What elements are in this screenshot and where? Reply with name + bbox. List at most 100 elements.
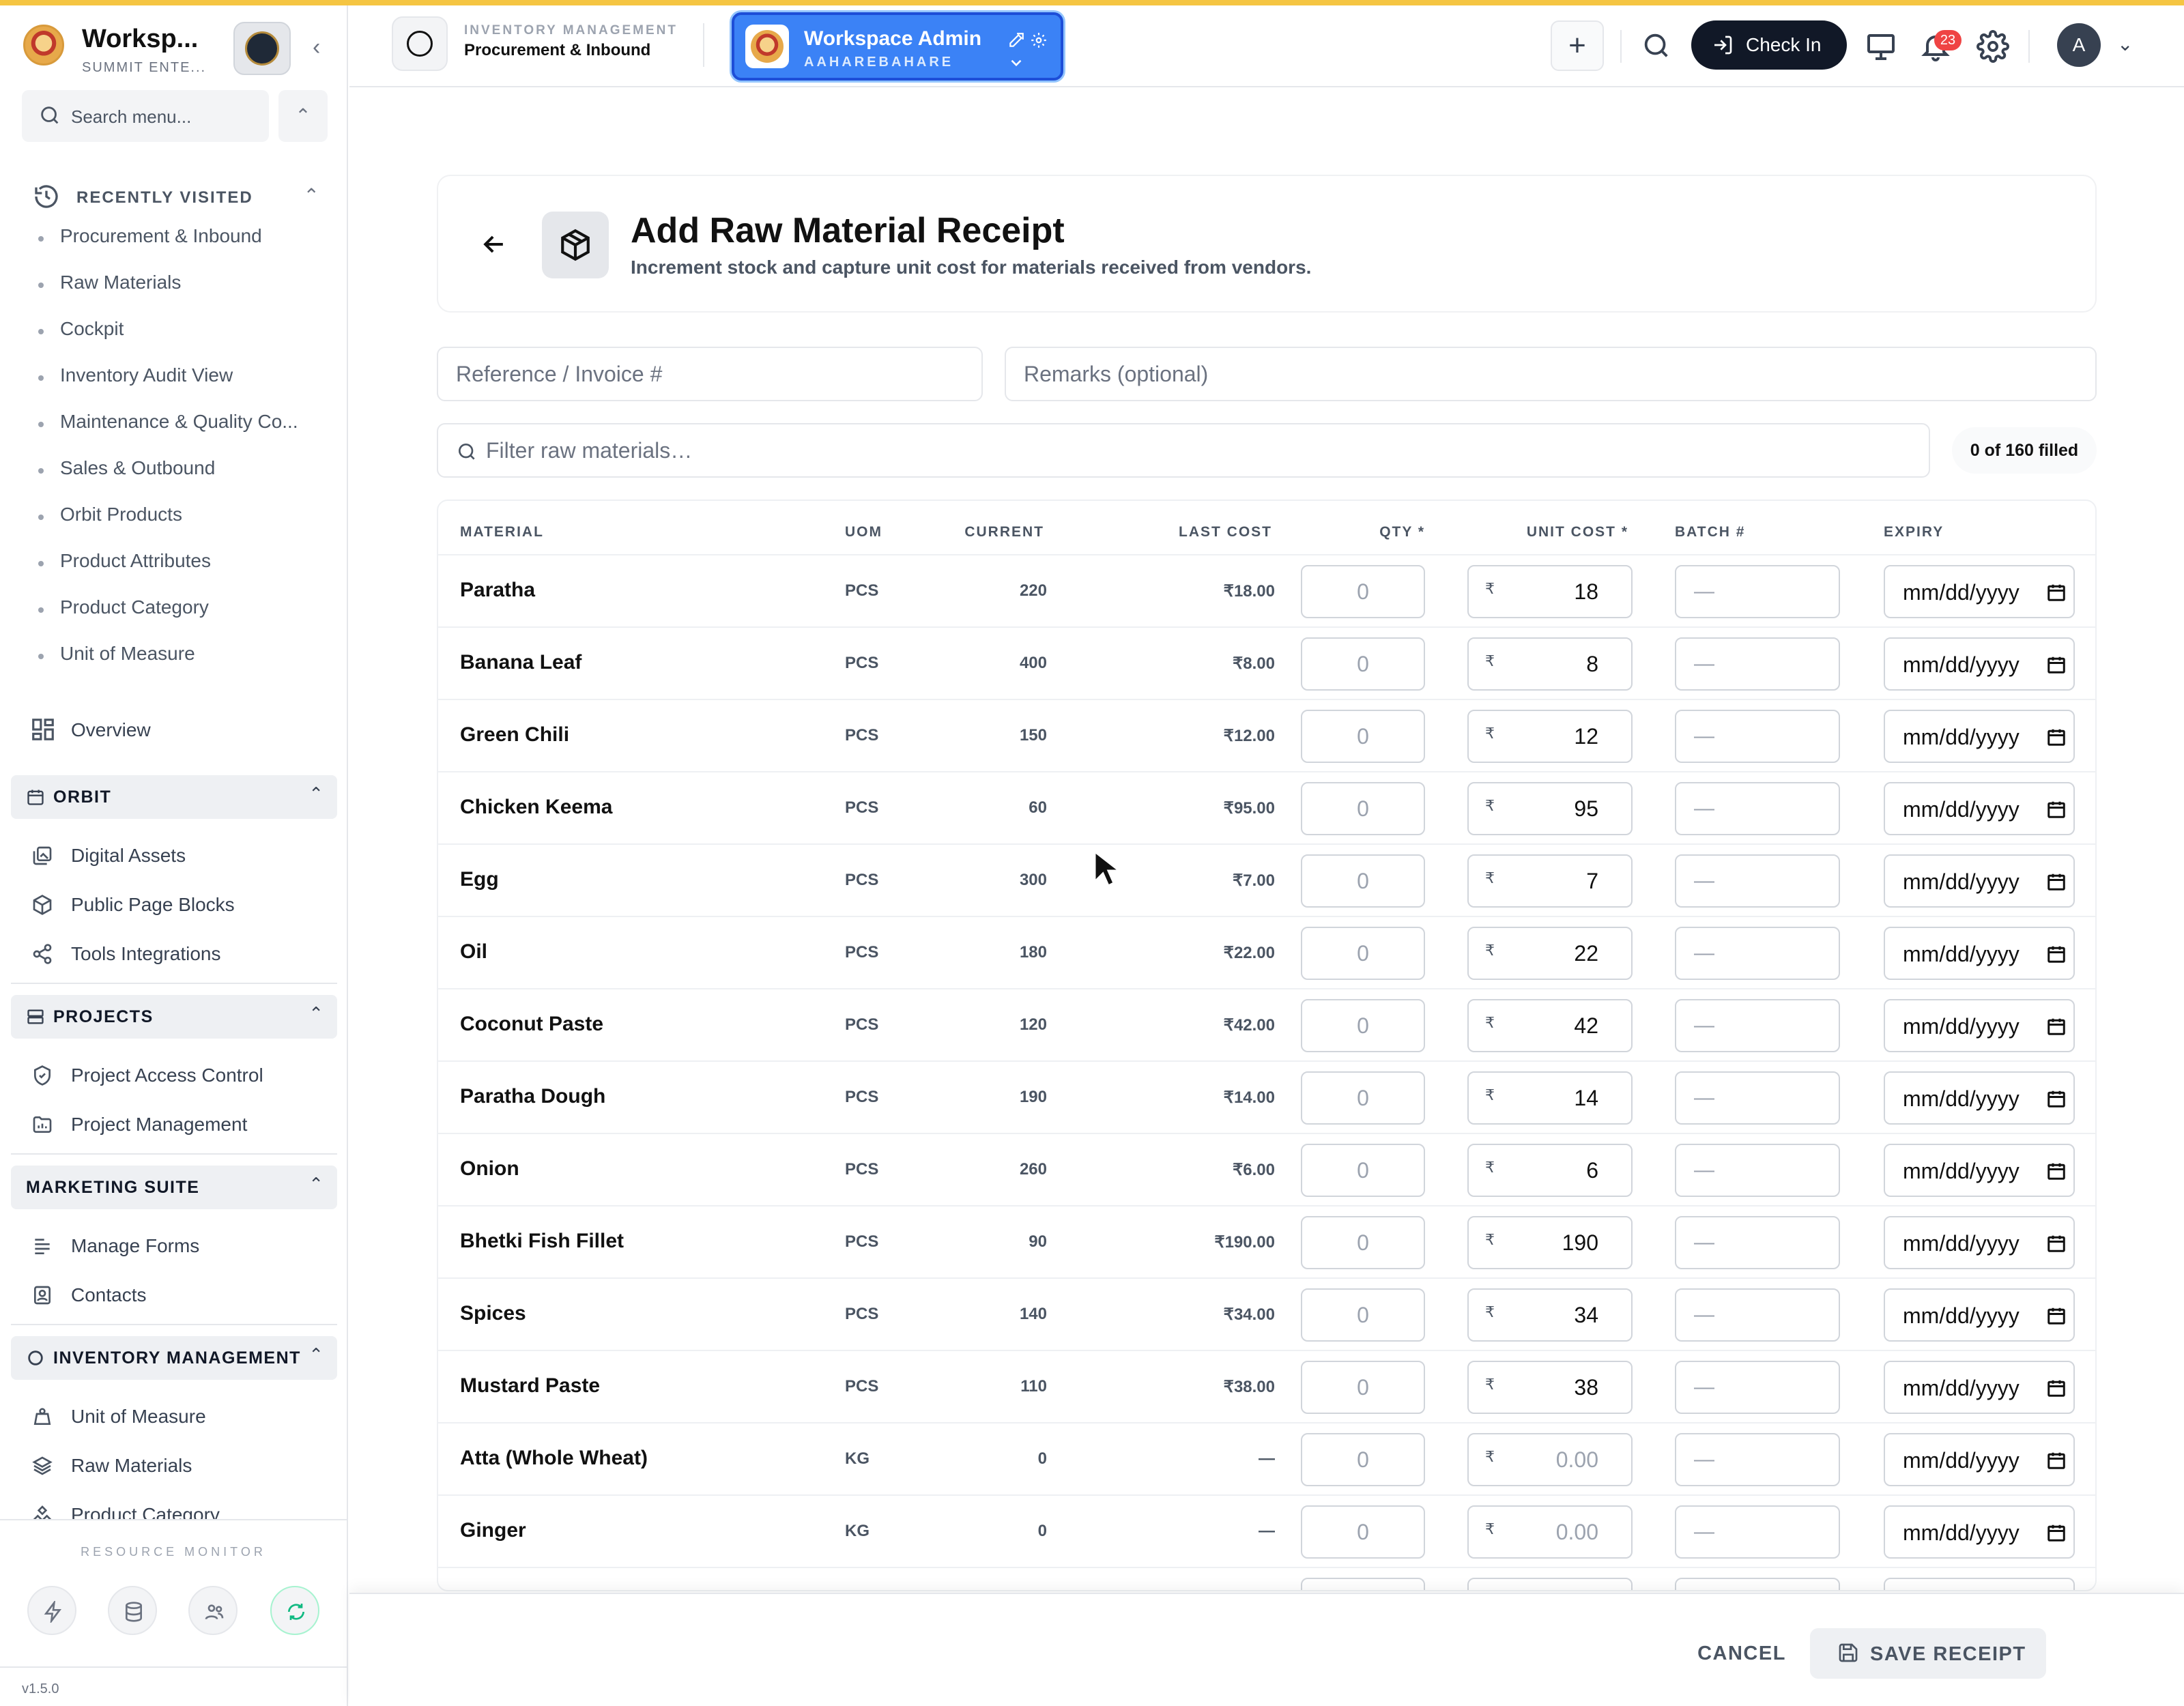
filter-materials-input[interactable] xyxy=(486,430,1906,471)
organization-badge[interactable] xyxy=(233,22,291,75)
remarks-input[interactable] xyxy=(1005,347,2097,401)
recent-item[interactable]: Unit of Measure xyxy=(34,640,321,686)
module-icon[interactable] xyxy=(392,16,448,71)
collapse-sidebar-icon[interactable]: ‹ xyxy=(313,34,320,61)
filter-materials-field[interactable] xyxy=(437,423,1930,478)
section-orbit[interactable]: ORBIT ⌃ xyxy=(11,775,337,819)
back-arrow-icon[interactable] xyxy=(479,229,509,259)
sidebar-item-contacts[interactable]: Contacts xyxy=(30,1279,330,1314)
monitor-icon[interactable] xyxy=(1865,30,1897,63)
batch-input[interactable] xyxy=(1675,1216,1840,1269)
expiry-date-input[interactable]: mm/dd/yyyy xyxy=(1884,1578,2075,1590)
recent-item[interactable]: Orbit Products xyxy=(34,501,321,547)
section-projects[interactable]: PROJECTS ⌃ xyxy=(11,995,337,1039)
expiry-date-input[interactable]: mm/dd/yyyy xyxy=(1884,854,2075,908)
settings-gear-icon[interactable] xyxy=(1977,30,2009,63)
unit-cost-input[interactable] xyxy=(1517,1295,1598,1335)
expiry-date-input[interactable]: mm/dd/yyyy xyxy=(1884,927,2075,980)
chevron-down-icon[interactable] xyxy=(1007,54,1025,72)
search-menu-field[interactable]: Search menu... xyxy=(22,90,269,142)
unit-cost-field[interactable]: ₹ xyxy=(1467,927,1633,980)
batch-input[interactable] xyxy=(1675,854,1840,908)
brand-block[interactable]: Worksp... SUMMIT ENTE... ‹ xyxy=(20,20,328,78)
batch-input[interactable] xyxy=(1675,565,1840,618)
unit-cost-input[interactable] xyxy=(1517,1368,1598,1407)
recent-item[interactable]: Inventory Audit View xyxy=(34,362,321,408)
expiry-date-input[interactable]: mm/dd/yyyy xyxy=(1884,1144,2075,1197)
unit-cost-field[interactable]: ₹ xyxy=(1467,565,1633,618)
unit-cost-input[interactable] xyxy=(1517,1078,1598,1118)
unit-cost-field[interactable]: ₹ xyxy=(1467,1288,1633,1342)
expiry-date-input[interactable]: mm/dd/yyyy xyxy=(1884,565,2075,618)
expiry-date-input[interactable]: mm/dd/yyyy xyxy=(1884,782,2075,835)
qty-input[interactable] xyxy=(1301,1433,1425,1486)
recent-item[interactable]: Product Category xyxy=(34,594,321,640)
batch-input[interactable] xyxy=(1675,1071,1840,1125)
unit-cost-field[interactable]: ₹ xyxy=(1467,1578,1633,1590)
expiry-date-input[interactable]: mm/dd/yyyy xyxy=(1884,1071,2075,1125)
batch-input[interactable] xyxy=(1675,1361,1840,1414)
qty-input[interactable] xyxy=(1301,1144,1425,1197)
qty-input[interactable] xyxy=(1301,710,1425,763)
expiry-date-input[interactable]: mm/dd/yyyy xyxy=(1884,1433,2075,1486)
unit-cost-input[interactable] xyxy=(1517,934,1598,973)
search-icon[interactable] xyxy=(1641,30,1672,61)
expiry-date-input[interactable]: mm/dd/yyyy xyxy=(1884,1288,2075,1342)
recent-item[interactable]: Raw Materials xyxy=(34,269,321,315)
sidebar-item-project-management[interactable]: Project Management xyxy=(30,1108,330,1144)
reference-invoice-input[interactable] xyxy=(437,347,983,401)
recently-visited-header[interactable]: RECENTLY VISITED ⌃ xyxy=(33,180,319,214)
unit-cost-input[interactable] xyxy=(1517,1151,1598,1190)
sidebar-item-public-page-blocks[interactable]: Public Page Blocks xyxy=(30,888,330,924)
qty-input[interactable] xyxy=(1301,1505,1425,1559)
add-new-button[interactable]: + xyxy=(1551,20,1604,71)
unit-cost-field[interactable]: ₹ xyxy=(1467,1216,1633,1269)
unit-cost-input[interactable] xyxy=(1517,1006,1598,1045)
qty-input[interactable] xyxy=(1301,854,1425,908)
unit-cost-input[interactable] xyxy=(1517,1223,1598,1262)
qty-input[interactable] xyxy=(1301,782,1425,835)
qty-input[interactable] xyxy=(1301,927,1425,980)
user-avatar[interactable]: A xyxy=(2057,23,2101,67)
qty-input[interactable] xyxy=(1301,1288,1425,1342)
unit-cost-input[interactable] xyxy=(1517,1512,1598,1552)
qty-input[interactable] xyxy=(1301,1071,1425,1125)
qty-input[interactable] xyxy=(1301,1361,1425,1414)
unit-cost-field[interactable]: ₹ xyxy=(1467,1433,1633,1486)
sidebar-item-project-access-control[interactable]: Project Access Control xyxy=(30,1059,330,1095)
workspace-switcher-button[interactable]: Workspace Admin AAHAREBAHARE xyxy=(732,12,1063,81)
sidebar-item-digital-assets[interactable]: Digital Assets xyxy=(30,839,330,875)
sidebar-item-overview[interactable]: Overview xyxy=(27,712,328,751)
batch-input[interactable] xyxy=(1675,1433,1840,1486)
expiry-date-input[interactable]: mm/dd/yyyy xyxy=(1884,710,2075,763)
expiry-date-input[interactable]: mm/dd/yyyy xyxy=(1884,1505,2075,1559)
check-in-button[interactable]: Check In xyxy=(1691,20,1847,70)
resource-monitor-sync[interactable] xyxy=(270,1586,319,1635)
sidebar-item-tools-integrations[interactable]: Tools Integrations xyxy=(30,938,330,973)
unit-cost-input[interactable] xyxy=(1517,1440,1598,1479)
recent-item[interactable]: Sales & Outbound xyxy=(34,454,321,501)
unit-cost-field[interactable]: ₹ xyxy=(1467,854,1633,908)
sidebar-item-raw-materials[interactable]: Raw Materials xyxy=(30,1449,330,1485)
expiry-date-input[interactable]: mm/dd/yyyy xyxy=(1884,1361,2075,1414)
unit-cost-input[interactable] xyxy=(1517,644,1598,684)
recent-item[interactable]: Maintenance & Quality Co... xyxy=(34,408,321,454)
qty-input[interactable] xyxy=(1301,999,1425,1052)
sidebar-item-product-category[interactable]: Product Category xyxy=(30,1499,330,1519)
chevron-down-icon[interactable]: ⌄ xyxy=(2117,33,2133,55)
sidebar-item-manage-forms[interactable]: Manage Forms xyxy=(30,1230,330,1265)
unit-cost-input[interactable] xyxy=(1517,1585,1598,1590)
unit-cost-field[interactable]: ₹ xyxy=(1467,782,1633,835)
recent-item[interactable]: Cockpit xyxy=(34,315,321,362)
search-toggle-chevron-icon[interactable]: ⌃ xyxy=(278,90,328,142)
qty-input[interactable] xyxy=(1301,1216,1425,1269)
unit-cost-input[interactable] xyxy=(1517,572,1598,611)
cancel-button[interactable]: CANCEL xyxy=(1687,1630,1796,1677)
unit-cost-field[interactable]: ₹ xyxy=(1467,1144,1633,1197)
qty-input[interactable] xyxy=(1301,1578,1425,1590)
unit-cost-input[interactable] xyxy=(1517,717,1598,756)
edit-icon[interactable] xyxy=(1007,31,1025,49)
batch-input[interactable] xyxy=(1675,710,1840,763)
qty-input[interactable] xyxy=(1301,565,1425,618)
batch-input[interactable] xyxy=(1675,927,1840,980)
